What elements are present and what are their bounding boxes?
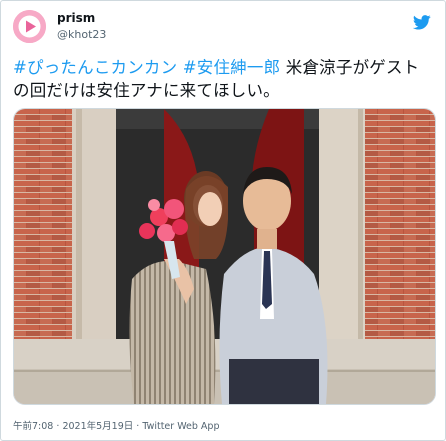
avatar[interactable] (13, 10, 46, 43)
tweet-time[interactable]: 午前7:08 (13, 421, 53, 432)
tweet-source[interactable]: Twitter Web App (142, 421, 219, 432)
tweet-card[interactable]: prism @khot23 #ぴったんこカンカン #安住紳一郎 米倉涼子がゲスト… (0, 0, 446, 441)
meta-separator: · (136, 421, 140, 432)
tweet-date[interactable]: 2021年5月19日 (62, 421, 133, 432)
play-circle-icon (13, 10, 46, 43)
tweet-text: #ぴったんこカンカン #安住紳一郎 米倉涼子がゲスト の回だけは安住アナに来てほ… (13, 56, 435, 102)
photo-image (14, 109, 435, 404)
hashtag-link[interactable]: #安住紳一郎 (183, 58, 281, 77)
display-name[interactable]: prism (57, 11, 95, 25)
tweet-photo[interactable] (13, 108, 436, 405)
user-handle[interactable]: @khot23 (57, 28, 106, 41)
tweet-meta: 午前7:08 · 2021年5月19日 · Twitter Web App (13, 418, 220, 432)
twitter-bird-icon[interactable] (413, 15, 431, 30)
hashtag-link[interactable]: #ぴったんこカンカン (13, 58, 177, 77)
meta-separator: · (56, 421, 60, 432)
